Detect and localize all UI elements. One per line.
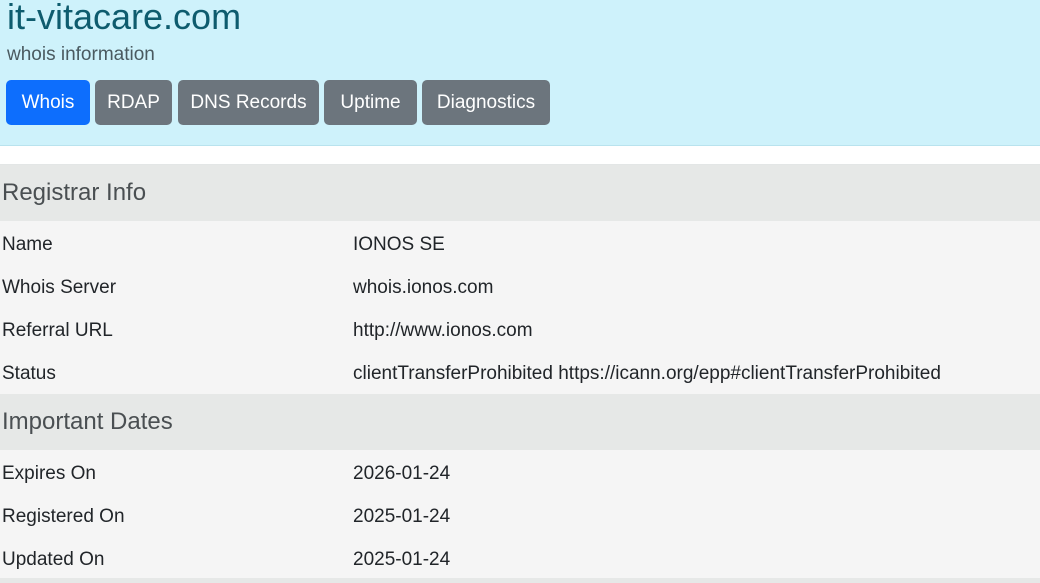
table-row: Status clientTransferProhibited https://… xyxy=(0,352,1040,395)
section-heading-dates: Important Dates xyxy=(0,394,1040,450)
table-row: Updated On 2025-01-24 xyxy=(0,538,1040,581)
row-key: Name xyxy=(2,234,53,255)
row-value: 2025-01-24 xyxy=(353,549,451,570)
row-key: Whois Server xyxy=(2,277,117,298)
row-key: Updated On xyxy=(2,549,105,570)
tab-whois[interactable]: Whois xyxy=(6,80,90,125)
page-header: it-vitacare.com whois information Whois … xyxy=(0,0,1040,146)
row-value: 2025-01-24 xyxy=(353,506,451,527)
row-key: Registered On xyxy=(2,506,125,527)
table-row: Whois Server whois.ionos.com xyxy=(0,266,1040,309)
row-value: IONOS SE xyxy=(353,234,445,255)
section-heading-registrar: Registrar Info xyxy=(0,165,1040,221)
whois-table: Registrar Info Name IONOS SE Whois Serve… xyxy=(0,164,1040,580)
page-subtitle: whois information xyxy=(7,44,155,65)
section-divider xyxy=(0,578,1040,583)
row-value: 2026-01-24 xyxy=(353,463,451,484)
row-value: whois.ionos.com xyxy=(353,277,494,298)
tab-uptime[interactable]: Uptime xyxy=(324,80,417,125)
row-key: Status xyxy=(2,363,56,384)
table-row: Expires On 2026-01-24 xyxy=(0,452,1040,495)
tab-rdap[interactable]: RDAP xyxy=(95,80,172,125)
table-row: Name IONOS SE xyxy=(0,223,1040,266)
tab-dns-records[interactable]: DNS Records xyxy=(178,80,319,125)
row-value: http://www.ionos.com xyxy=(353,320,533,341)
table-row: Referral URL http://www.ionos.com xyxy=(0,309,1040,352)
domain-title: it-vitacare.com xyxy=(7,0,242,37)
tab-diagnostics[interactable]: Diagnostics xyxy=(422,80,550,125)
row-value: clientTransferProhibited https://icann.o… xyxy=(353,363,941,384)
row-key: Referral URL xyxy=(2,320,113,341)
table-row: Registered On 2025-01-24 xyxy=(0,495,1040,538)
row-key: Expires On xyxy=(2,463,96,484)
